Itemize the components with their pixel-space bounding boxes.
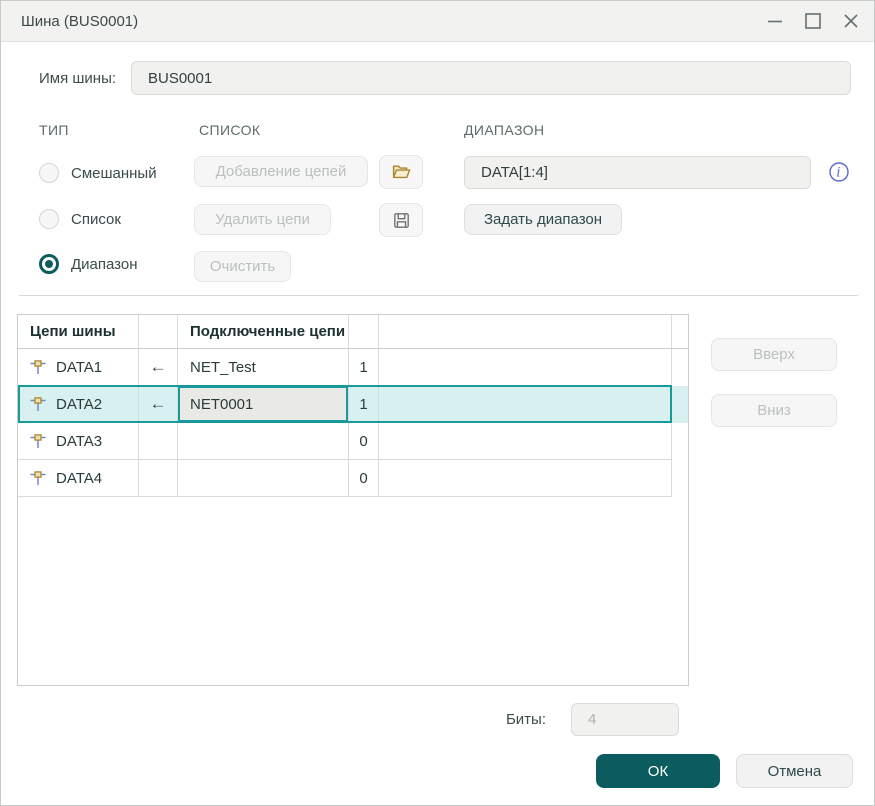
bus-net-name: DATA4	[56, 470, 102, 487]
bits-input[interactable]: 4	[571, 703, 679, 736]
radio-list-circle[interactable]	[39, 209, 59, 229]
count-cell[interactable]: 1	[349, 349, 379, 386]
radio-range-circle[interactable]	[39, 254, 59, 274]
window-controls	[764, 10, 862, 32]
count-cell[interactable]: 0	[349, 460, 379, 497]
radio-list-label: Список	[71, 211, 121, 228]
bus-net-name: DATA2	[56, 396, 102, 413]
net-pin-icon	[30, 471, 46, 486]
bus-dialog-window: Шина (BUS0001) Имя шины: BUS0001 ТИП СПИ…	[0, 0, 875, 806]
connected-net-cell-current[interactable]: NET0001	[178, 386, 349, 423]
info-icon[interactable]: i	[828, 161, 850, 183]
direction-arrow: ←	[150, 357, 167, 377]
bits-value: 4	[588, 711, 596, 728]
bus-name-label: Имя шины:	[39, 61, 116, 95]
nets-table: Цепи шины Подключенные цепи DATA1 ← NET_	[17, 314, 689, 686]
range-section-label: ДИАПАЗОН	[464, 122, 544, 138]
bus-name-value: BUS0001	[148, 70, 212, 87]
table-row-selected[interactable]: DATA2 ← NET0001 1	[18, 386, 688, 423]
header-extra[interactable]	[379, 315, 672, 348]
save-file-button[interactable]	[379, 203, 423, 237]
bus-net-name: DATA3	[56, 433, 102, 450]
range-value: DATA[1:4]	[481, 164, 548, 181]
move-down-button[interactable]: Вниз	[711, 394, 837, 427]
svg-text:i: i	[836, 166, 840, 181]
radio-range-label: Диапазон	[71, 256, 138, 273]
move-up-button[interactable]: Вверх	[711, 338, 837, 371]
connected-net-cell[interactable]	[178, 423, 349, 460]
header-arrow[interactable]	[139, 315, 178, 348]
bus-name-input[interactable]: BUS0001	[131, 61, 851, 95]
radio-mixed-label: Смешанный	[71, 165, 157, 182]
radio-mixed-circle[interactable]	[39, 163, 59, 183]
count-cell[interactable]: 0	[349, 423, 379, 460]
table-row[interactable]: DATA4 0	[18, 460, 688, 497]
table-header-row: Цепи шины Подключенные цепи	[18, 315, 688, 349]
cancel-button[interactable]: Отмена	[736, 754, 853, 788]
remove-nets-button[interactable]: Удалить цепи	[194, 204, 331, 235]
close-icon[interactable]	[840, 10, 862, 32]
folder-open-icon	[392, 164, 411, 180]
ok-button[interactable]: ОК	[596, 754, 720, 788]
range-input[interactable]: DATA[1:4]	[464, 156, 811, 189]
open-file-button[interactable]	[379, 155, 423, 189]
net-pin-icon	[30, 360, 46, 375]
connected-net-cell[interactable]	[178, 460, 349, 497]
type-section-label: ТИП	[39, 122, 69, 138]
radio-mixed[interactable]: Смешанный	[39, 162, 157, 184]
save-icon	[393, 212, 410, 229]
list-section-label: СПИСОК	[199, 122, 260, 138]
bits-label: Биты:	[456, 703, 546, 736]
maximize-icon[interactable]	[802, 10, 824, 32]
header-connected-nets[interactable]: Подключенные цепи	[178, 315, 349, 348]
header-count[interactable]	[349, 315, 379, 348]
connected-net-cell[interactable]: NET_Test	[178, 349, 349, 386]
net-pin-icon	[30, 434, 46, 449]
net-pin-icon	[30, 397, 46, 412]
table-row[interactable]: DATA3 0	[18, 423, 688, 460]
add-nets-button[interactable]: Добавление цепей	[194, 156, 368, 187]
radio-range[interactable]: Диапазон	[39, 253, 138, 275]
set-range-button[interactable]: Задать диапазон	[464, 204, 622, 235]
header-bus-nets[interactable]: Цепи шины	[18, 315, 139, 348]
clear-button[interactable]: Очистить	[194, 251, 291, 282]
direction-arrow: ←	[150, 394, 167, 414]
radio-list[interactable]: Список	[39, 208, 121, 230]
minimize-icon[interactable]	[764, 10, 786, 32]
separator-line	[19, 295, 858, 296]
window-title: Шина (BUS0001)	[21, 13, 138, 30]
title-bar: Шина (BUS0001)	[1, 1, 874, 42]
count-cell[interactable]: 1	[349, 386, 379, 423]
bus-net-name: DATA1	[56, 359, 102, 376]
table-row[interactable]: DATA1 ← NET_Test 1	[18, 349, 688, 386]
